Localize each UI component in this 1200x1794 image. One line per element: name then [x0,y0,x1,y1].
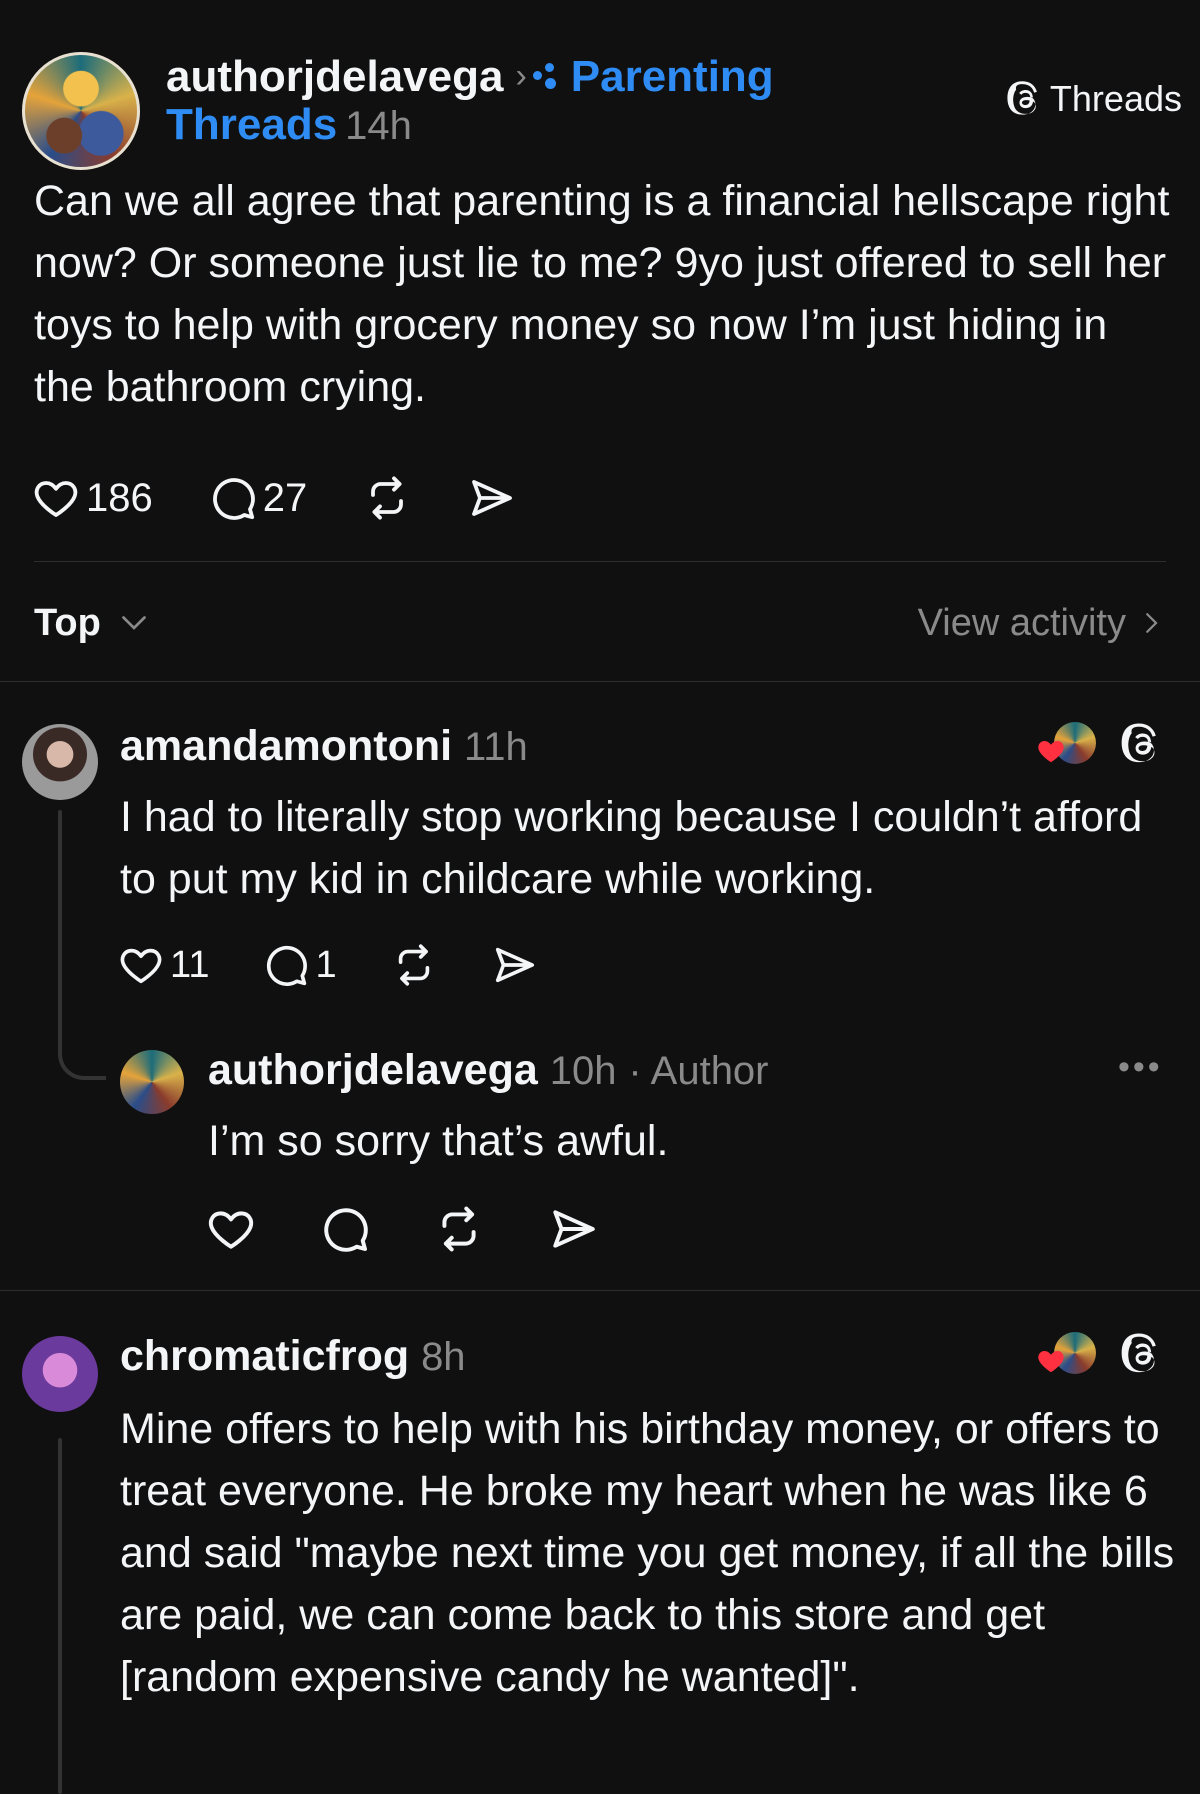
reply-username[interactable]: chromaticfrog [120,1332,409,1380]
share-button[interactable] [548,1204,598,1254]
section-divider [0,681,1200,682]
thread-connector-line [58,810,62,1044]
section-divider [0,1290,1200,1291]
repost-button[interactable] [391,942,437,988]
reply-avatar[interactable] [120,1050,184,1114]
repost-button[interactable] [363,474,411,522]
threads-brand[interactable]: Threads [1006,78,1182,120]
view-activity-link[interactable]: View activity [918,602,1126,645]
post-text: Can we all agree that parenting is a fin… [34,177,1170,411]
heart-icon [118,942,164,988]
divider [34,561,1166,562]
comment-bubble-icon [209,474,257,522]
like-button[interactable]: 186 [32,474,153,522]
post-actions: 186 27 [32,474,515,522]
reply-header: chromaticfrog 8h [120,1332,466,1381]
reply-actions: 11 1 [118,942,537,988]
reply-header: amandamontoni 11h [120,722,528,771]
reply-text: I’m so sorry that’s awful. [208,1117,669,1165]
share-send-icon [548,1204,598,1254]
repost-icon [434,1204,484,1254]
heart-filled-icon [1038,741,1064,763]
reply-username[interactable]: authorjdelavega [208,1046,538,1094]
author-avatar[interactable] [22,52,140,170]
threads-logo-icon [1006,80,1044,118]
threads-brand-label: Threads [1049,78,1182,119]
reply-actions [206,1204,598,1254]
author-liked-indicator [1036,722,1096,772]
threads-logo-icon[interactable] [1120,722,1164,766]
repost-icon [363,474,411,522]
post-time: 14h [345,104,412,148]
repost-button[interactable] [434,1204,484,1254]
community-name[interactable]: Parenting [571,52,774,101]
share-send-icon [467,474,515,522]
reply-header: authorjdelavega 10h · Author [208,1046,769,1095]
reply-username[interactable]: amandamontoni [120,722,452,770]
community-icon [532,63,563,89]
repost-icon [391,942,437,988]
comment-button[interactable]: 27 [209,474,308,522]
heart-filled-icon [1038,1351,1064,1373]
share-button[interactable] [467,474,515,522]
reply-time: 8h [421,1335,466,1379]
comment-button[interactable] [320,1204,370,1254]
heart-icon [206,1204,256,1254]
comment-bubble-icon [263,942,309,988]
comment-count: 1 [315,943,337,986]
like-button[interactable]: 11 [118,942,209,988]
like-count: 186 [86,475,153,520]
author-liked-indicator [1036,1332,1096,1382]
like-button[interactable] [206,1204,256,1254]
comment-count: 27 [262,475,308,520]
post-header-line: authorjdelavega › Parenting [166,52,774,102]
reply-avatar[interactable] [22,1336,98,1412]
thread-connector-elbow [58,1010,106,1080]
comment-button[interactable]: 1 [263,942,337,988]
community-suffix[interactable]: Threads [166,100,337,149]
heart-icon [32,474,80,522]
reply-text: Mine offers to help with his birthday mo… [120,1405,1175,1701]
author-tag: · Author [628,1049,769,1093]
sort-row: Top View activity [34,594,1166,654]
chevron-right-icon[interactable] [1136,606,1166,640]
chevron-right-icon: › [515,57,527,95]
share-send-icon [491,942,537,988]
reply-time: 11h [464,725,528,769]
threads-logo-icon[interactable] [1120,1332,1164,1376]
post-username[interactable]: authorjdelavega [166,52,503,101]
more-dots-icon[interactable]: ••• [1118,1048,1163,1087]
post-header: authorjdelavega › Parenting Threads 14h Thr… [22,50,1182,170]
comment-bubble-icon [320,1204,370,1254]
chevron-down-icon[interactable] [116,604,152,640]
thread-connector-line [58,1438,62,1794]
reply-avatar[interactable] [22,724,98,800]
post-header-line-2: Threads 14h [166,100,412,150]
reply-time: 10h [549,1049,617,1093]
sort-dropdown[interactable]: Top [34,602,101,645]
like-count: 11 [170,943,210,986]
reply-text: I had to literally stop working because … [120,793,1143,903]
share-button[interactable] [491,942,537,988]
